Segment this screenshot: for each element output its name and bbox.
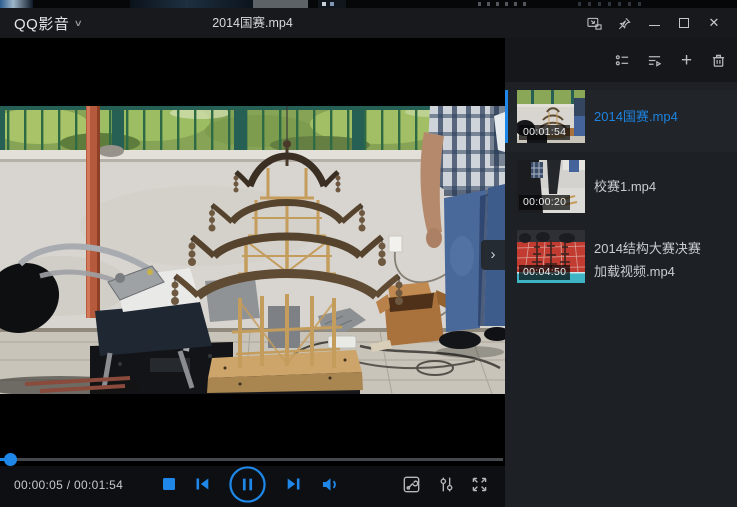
maximize-button[interactable]	[669, 8, 699, 38]
background-fragment	[0, 0, 33, 8]
next-button[interactable]	[284, 475, 302, 493]
playlist-item[interactable]: 00:01:54 2014国赛.mp4	[505, 90, 737, 152]
duration-badge: 00:01:54	[519, 125, 570, 140]
minimize-button[interactable]	[639, 8, 669, 38]
fullscreen-button[interactable]	[470, 475, 489, 494]
toolbox-icon	[402, 475, 421, 494]
playlist-item[interactable]: 00:00:20 校赛1.mp4	[505, 160, 737, 222]
mini-mode-icon	[586, 16, 603, 31]
background-fragment	[322, 2, 326, 6]
next-track-icon	[285, 476, 302, 492]
window-title: 2014国赛.mp4	[0, 8, 505, 38]
playlist-item-title-line2[interactable]: 加载视频.mp4	[594, 261, 730, 280]
background-fragment	[478, 2, 530, 6]
background-fragment	[253, 0, 308, 8]
player-pane: › 00:00:05 / 00:01:54	[0, 38, 505, 507]
video-display[interactable]: ›	[0, 38, 505, 462]
mini-mode-button[interactable]	[579, 8, 609, 38]
collapse-playlist-button[interactable]: ›	[481, 240, 505, 270]
window-controls: ✕	[579, 8, 729, 38]
stop-icon	[162, 477, 176, 491]
play-order-icon	[647, 53, 662, 68]
minimize-icon	[649, 25, 660, 26]
seek-track[interactable]	[0, 458, 503, 461]
background-fragment	[330, 2, 334, 6]
titlebar: QQ影音 ∨ 2014国赛.mp4	[0, 8, 737, 38]
pin-icon	[617, 16, 632, 31]
maximize-icon	[679, 18, 689, 28]
playlist-item-title[interactable]: 2014国赛.mp4	[594, 106, 730, 125]
playlist-item-title[interactable]: 2014结构大赛决赛	[594, 238, 730, 257]
volume-button[interactable]	[320, 475, 339, 493]
plus-icon: +	[681, 53, 692, 68]
background-fragment	[578, 2, 648, 6]
close-icon: ✕	[709, 15, 720, 31]
playlist-item[interactable]: 00:04:50 2014结构大赛决赛 加载视频.mp4	[505, 230, 737, 292]
playlist-toolbar: +	[505, 38, 737, 82]
background-window-fragments	[0, 0, 737, 8]
pin-on-top-button[interactable]	[609, 8, 639, 38]
settings-sliders-icon	[437, 475, 456, 494]
delete-from-playlist-button[interactable]	[711, 53, 726, 68]
play-order-button[interactable]	[647, 53, 662, 68]
qq-player-window: QQ影音 ∨ 2014国赛.mp4	[0, 0, 737, 507]
fullscreen-icon	[470, 475, 489, 494]
previous-button[interactable]	[193, 475, 211, 493]
add-to-playlist-button[interactable]: +	[679, 53, 694, 68]
playlist-mode-button[interactable]	[615, 53, 630, 68]
duration-badge: 00:04:50	[519, 265, 570, 280]
selected-item-indicator	[505, 90, 508, 143]
duration-badge: 00:00:20	[519, 195, 570, 210]
settings-button[interactable]	[437, 475, 456, 494]
pause-button[interactable]	[228, 465, 267, 504]
stop-button[interactable]	[161, 476, 177, 492]
previous-track-icon	[194, 476, 211, 492]
time-display: 00:00:05 / 00:01:54	[14, 478, 123, 492]
background-fragment	[130, 0, 255, 8]
playback-controls-bar: 00:00:05 / 00:01:54	[0, 466, 505, 507]
toolbox-button[interactable]	[402, 475, 421, 494]
pause-icon	[228, 465, 267, 504]
playlist-item-title[interactable]: 校赛1.mp4	[594, 176, 730, 195]
seek-handle[interactable]	[4, 453, 17, 466]
playlist-list-icon	[615, 53, 630, 68]
playlist-panel: +	[505, 38, 737, 507]
close-button[interactable]: ✕	[699, 8, 729, 38]
video-frame-image	[0, 106, 505, 394]
chevron-right-icon: ›	[491, 246, 496, 263]
trash-icon	[711, 53, 726, 68]
volume-icon	[321, 476, 339, 493]
